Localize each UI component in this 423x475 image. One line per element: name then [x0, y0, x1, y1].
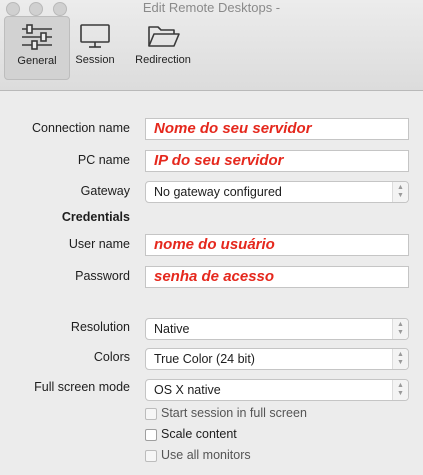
start-session-full-screen-label: Start session in full screen — [161, 406, 307, 420]
resolution-value: Native — [154, 322, 190, 336]
checkbox-box[interactable] — [145, 428, 157, 441]
password-field[interactable]: senha de acesso — [145, 266, 409, 288]
password-value: senha de acesso — [154, 268, 275, 285]
checkbox-box[interactable] — [145, 407, 157, 420]
user-name-label: User name — [68, 237, 130, 251]
credentials-heading: Credentials — [61, 210, 130, 224]
sliders-icon — [22, 24, 52, 50]
user-name-field[interactable]: nome do usuário — [145, 234, 409, 256]
full-screen-mode-value: OS X native — [154, 383, 221, 397]
full-screen-mode-label: Full screen mode — [34, 380, 130, 394]
tab-redirection[interactable]: Redirection — [130, 16, 196, 80]
select-arrows-icon: ▲ ▼ — [392, 319, 408, 339]
scale-content-label: Scale content — [161, 427, 237, 441]
monitor-icon — [80, 24, 110, 48]
gateway-label: Gateway — [80, 184, 130, 198]
gateway-value: No gateway configured — [154, 185, 282, 199]
full-screen-mode-select[interactable]: OS X native ▲ ▼ — [145, 379, 409, 401]
tab-general-label: General — [17, 55, 57, 67]
colors-value: True Color (24 bit) — [154, 352, 255, 366]
pc-name-field[interactable]: IP do seu servidor — [145, 150, 409, 172]
start-session-full-screen-checkbox[interactable]: Start session in full screen — [145, 406, 307, 422]
use-all-monitors-label: Use all monitors — [161, 448, 251, 462]
connection-name-field[interactable]: Nome do seu servidor — [145, 118, 409, 140]
select-arrows-icon: ▲ ▼ — [392, 349, 408, 369]
gateway-select[interactable]: No gateway configured ▲ ▼ — [145, 181, 409, 203]
tab-redirection-label: Redirection — [135, 54, 191, 66]
connection-name-label: Connection name — [32, 121, 130, 135]
window-toolbar: Edit Remote Desktops - General Session R… — [0, 0, 423, 91]
pc-name-value: IP do seu servidor — [154, 152, 284, 169]
tab-general[interactable]: General — [4, 16, 70, 80]
select-arrows-icon: ▲ ▼ — [392, 182, 408, 202]
pc-name-label: PC name — [77, 153, 130, 167]
resolution-select[interactable]: Native ▲ ▼ — [145, 318, 409, 340]
scale-content-checkbox[interactable]: Scale content — [145, 427, 237, 443]
select-arrows-icon: ▲ ▼ — [392, 380, 408, 400]
folder-icon — [148, 26, 180, 47]
password-label: Password — [75, 269, 130, 283]
use-all-monitors-checkbox[interactable]: Use all monitors — [145, 448, 251, 464]
tab-session[interactable]: Session — [62, 16, 128, 80]
user-name-value: nome do usuário — [154, 236, 275, 253]
window-title: Edit Remote Desktops - — [142, 0, 281, 15]
resolution-label: Resolution — [70, 320, 130, 334]
colors-select[interactable]: True Color (24 bit) ▲ ▼ — [145, 348, 409, 370]
connection-name-value: Nome do seu servidor — [154, 120, 312, 137]
tab-session-label: Session — [75, 54, 115, 66]
colors-label: Colors — [93, 350, 130, 364]
checkbox-box[interactable] — [145, 449, 157, 462]
